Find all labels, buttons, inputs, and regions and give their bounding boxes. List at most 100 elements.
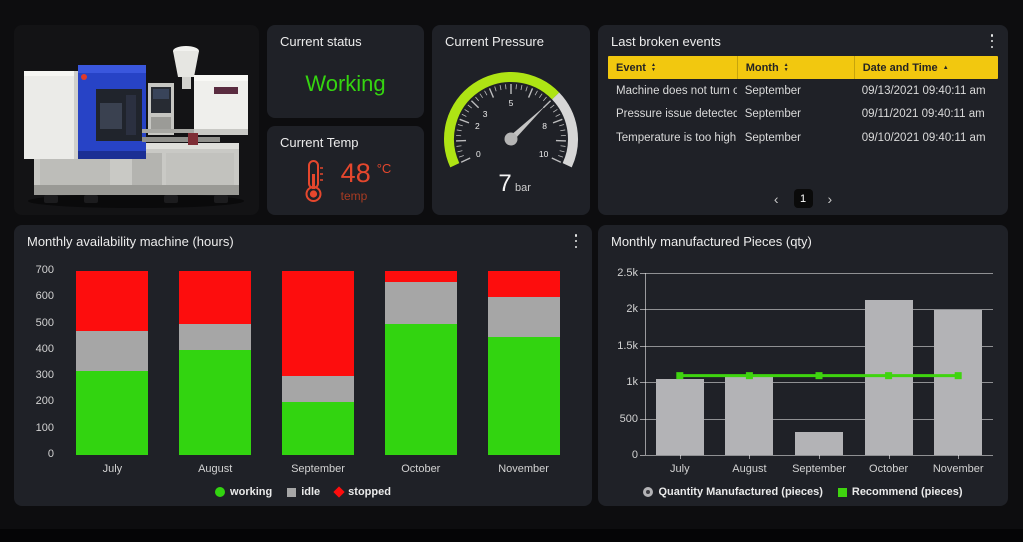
legend-item[interactable]: Recommend (pieces) <box>838 486 963 498</box>
table-cell: 09/10/2021 09:40:11 am <box>854 132 998 144</box>
x-axis-label: July <box>61 463 163 475</box>
legend-item-working[interactable]: working <box>215 486 272 498</box>
bar-segment-working[interactable] <box>385 324 457 455</box>
sort-both-icon: ▲▼ <box>651 63 656 73</box>
x-axis-tick <box>958 455 959 459</box>
bar-segment-stopped[interactable] <box>76 271 148 331</box>
thermometer-icon <box>300 158 326 209</box>
table-cell: September <box>737 132 854 144</box>
bar-segment-stopped[interactable] <box>179 271 251 324</box>
current-status-card: Current status Working <box>267 25 424 118</box>
table-cell: September <box>737 108 854 120</box>
manufactured-chart-panel: Monthly manufactured Pieces (qty) 05001k… <box>598 225 1008 506</box>
sort-both-icon: ▲▼ <box>784 63 789 73</box>
current-pressure-title: Current Pressure <box>445 34 544 49</box>
svg-text:2: 2 <box>475 121 480 131</box>
page-number-button[interactable]: 1 <box>794 189 813 208</box>
x-axis-label: August <box>715 463 783 475</box>
bar-segment-working[interactable] <box>282 402 354 455</box>
square-marker-icon <box>287 488 296 497</box>
events-table-body: Machine does not turn onSeptember09/13/2… <box>608 79 998 150</box>
manufactured-plot: 05001k1.5k2k2.5kJulyAugustSeptemberOctob… <box>598 225 1008 506</box>
legend-item[interactable]: Quantity Manufactured (pieces) <box>643 486 822 498</box>
bar-segment-working[interactable] <box>488 337 560 455</box>
y-axis-line <box>645 273 646 455</box>
svg-text:8: 8 <box>542 121 547 131</box>
x-axis-tick <box>680 455 681 459</box>
table-row[interactable]: Machine does not turn onSeptember09/13/2… <box>608 79 998 103</box>
table-cell: Pressure issue detected <box>608 108 737 120</box>
bar-segment-stopped[interactable] <box>488 271 560 297</box>
table-cell: 09/13/2021 09:40:11 am <box>854 85 998 97</box>
bar-segment-working[interactable] <box>76 371 148 455</box>
bar-segment-idle[interactable] <box>179 324 251 350</box>
x-axis-label: September <box>267 463 369 475</box>
prev-page-icon[interactable]: ‹ <box>774 192 779 206</box>
bar-segment-idle[interactable] <box>488 297 560 336</box>
column-header-event[interactable]: Event▲▼ <box>608 56 737 79</box>
square-marker-icon <box>838 488 847 497</box>
temp-label: temp <box>341 189 392 203</box>
current-status-value: Working <box>267 71 424 97</box>
bar-segment-idle[interactable] <box>385 282 457 324</box>
bar-quantity-manufactured[interactable] <box>934 310 982 455</box>
bar-segment-idle[interactable] <box>76 331 148 370</box>
availability-legend: working idle stopped <box>14 486 592 498</box>
y-axis-tick-label: 200 <box>20 395 54 407</box>
table-cell: September <box>737 85 854 97</box>
machine-photo-panel <box>14 25 259 215</box>
bar-quantity-manufactured[interactable] <box>865 300 913 455</box>
table-cell: Temperature is too high <box>608 132 737 144</box>
window-bottom-edge <box>0 529 1023 542</box>
dashboard: Current status Working Current Temp 48 <box>0 0 1023 542</box>
x-axis-label: September <box>785 463 853 475</box>
x-axis-tick <box>819 455 820 459</box>
events-title: Last broken events <box>611 34 721 49</box>
table-row[interactable]: Temperature is too highSeptember09/10/20… <box>608 126 998 150</box>
bar-segment-idle[interactable] <box>282 376 354 402</box>
y-axis-tick-label: 0 <box>20 448 54 460</box>
circle-marker-icon <box>215 487 225 497</box>
manufactured-legend: Quantity Manufactured (pieces) Recommend … <box>598 486 1008 498</box>
sort-asc-icon: ▲ <box>943 65 949 71</box>
y-axis-tick-label: 100 <box>20 422 54 434</box>
table-row[interactable]: Pressure issue detectedSeptember09/11/20… <box>608 103 998 127</box>
svg-text:3: 3 <box>483 109 488 119</box>
legend-item-idle[interactable]: idle <box>287 486 320 498</box>
y-axis-tick-label: 1.5k <box>602 340 638 352</box>
x-axis-label: November <box>473 463 575 475</box>
bar-segment-stopped[interactable] <box>385 271 457 282</box>
column-header-date-and-time[interactable]: Date and Time▲ <box>854 56 998 79</box>
current-pressure-card: Current Pressure 02358107bar <box>432 25 590 215</box>
y-axis-tick <box>640 455 645 456</box>
bar-quantity-manufactured[interactable] <box>725 375 773 455</box>
y-axis-tick-label: 500 <box>602 413 638 425</box>
y-axis-tick-label: 400 <box>20 343 54 355</box>
y-axis-tick-label: 2.5k <box>602 267 638 279</box>
x-axis-label: July <box>646 463 714 475</box>
kebab-menu-icon[interactable] <box>987 34 997 48</box>
y-axis-tick-label: 1k <box>602 376 638 388</box>
x-axis-label: October <box>370 463 472 475</box>
availability-plot: 7006005004003002001000JulyAugustSeptembe… <box>14 225 592 506</box>
y-axis-tick-label: 2k <box>602 303 638 315</box>
bar-segment-working[interactable] <box>179 350 251 455</box>
line-marker <box>816 372 823 379</box>
svg-text:7: 7 <box>498 170 511 197</box>
bar-segment-stopped[interactable] <box>282 271 354 376</box>
events-table-header: Event▲▼Month▲▼Date and Time▲ <box>608 56 998 79</box>
next-page-icon[interactable]: › <box>828 192 833 206</box>
circle-marker-icon <box>643 487 653 497</box>
events-panel: Last broken events Event▲▼Month▲▼Date an… <box>598 25 1008 215</box>
bar-quantity-manufactured[interactable] <box>656 379 704 455</box>
bar-quantity-manufactured[interactable] <box>795 432 843 455</box>
x-axis-label: November <box>924 463 992 475</box>
svg-text:bar: bar <box>515 182 531 194</box>
events-table: Event▲▼Month▲▼Date and Time▲ Machine doe… <box>608 56 998 150</box>
column-header-month[interactable]: Month▲▼ <box>737 56 854 79</box>
temp-value: 48 <box>341 158 371 188</box>
legend-item-stopped[interactable]: stopped <box>335 486 391 498</box>
diamond-marker-icon <box>334 486 345 497</box>
current-status-title: Current status <box>280 34 362 49</box>
svg-text:0: 0 <box>476 149 481 159</box>
